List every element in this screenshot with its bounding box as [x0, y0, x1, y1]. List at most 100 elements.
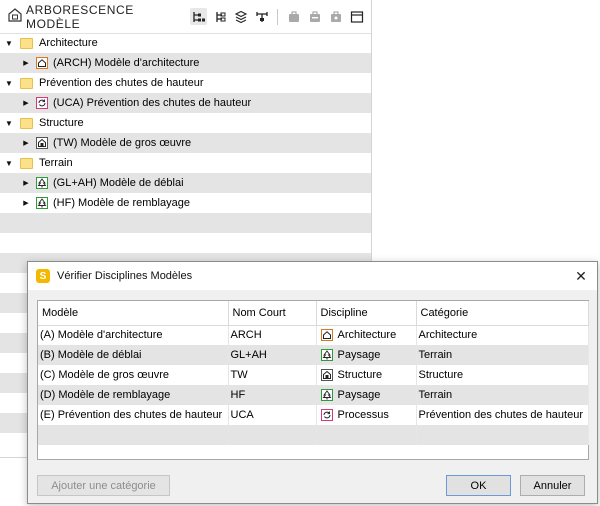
folder-icon	[20, 117, 33, 129]
cancel-button[interactable]: Annuler	[520, 475, 585, 496]
cell-short-name: UCA	[228, 405, 317, 425]
tree-icon	[36, 197, 48, 209]
cell-category[interactable]: Structure	[416, 365, 589, 385]
cell-category[interactable]: Terrain	[416, 345, 589, 365]
cell-model: (B) Modèle de déblai	[38, 345, 229, 365]
cell-discipline[interactable]: Paysage	[316, 345, 417, 365]
structure-icon	[320, 369, 333, 381]
window-icon[interactable]	[348, 8, 365, 25]
structure-icon	[36, 137, 48, 149]
tree-icon	[320, 389, 333, 401]
discipline-label: Architecture	[337, 329, 397, 342]
column-header-model[interactable]: Modèle	[38, 301, 229, 326]
column-header-discipline[interactable]: Discipline	[316, 301, 417, 326]
cell-model: (E) Prévention des chutes de hauteur	[38, 405, 229, 425]
cell-short-name: GL+AH	[228, 345, 317, 365]
cell-short-name: HF	[228, 385, 317, 405]
cell-short-name: ARCH	[228, 325, 317, 345]
split-hierarchy-icon[interactable]	[253, 8, 270, 25]
expand-caret-icon[interactable]: ▼	[4, 39, 14, 48]
cell-discipline[interactable]: Structure	[316, 365, 417, 385]
package-open-icon[interactable]	[306, 8, 323, 25]
model-tree-icon	[8, 8, 22, 25]
dialog-title: Vérifier Disciplines Modèles	[57, 270, 193, 282]
empty-row	[0, 213, 371, 233]
discipline-label: Structure	[337, 369, 383, 381]
ok-button[interactable]: OK	[446, 475, 511, 496]
cell-category[interactable]: Architecture	[416, 325, 589, 345]
tree-item-hf[interactable]: ▶ (HF) Modèle de remblayage	[0, 193, 371, 213]
collapse-caret-icon[interactable]: ▶	[21, 179, 31, 187]
process-icon	[36, 97, 48, 109]
table-row[interactable]: (A) Modèle d'architecture ARCH Architect…	[38, 325, 589, 345]
tree-item-tw[interactable]: ▶ (TW) Modèle de gros œuvre	[0, 133, 371, 153]
tree-item-label: (HF) Modèle de remblayage	[53, 197, 190, 209]
column-header-short-name[interactable]: Nom Court	[228, 301, 317, 326]
table-header-row: Modèle Nom Court Discipline Catégorie	[38, 301, 589, 326]
tree-toolbar	[190, 8, 371, 25]
collapse-caret-icon[interactable]: ▶	[21, 59, 31, 67]
tree-group-label: Terrain	[39, 157, 73, 169]
tree-group-label: Architecture	[39, 37, 98, 49]
table-row[interactable]: (B) Modèle de déblai GL+AH Paysage Terra…	[38, 345, 589, 365]
cell-category[interactable]: Terrain	[416, 385, 589, 405]
tree-icon	[320, 349, 333, 361]
discipline-label: Paysage	[337, 349, 381, 361]
tree-item-label: (GL+AH) Modèle de déblai	[53, 177, 184, 189]
cell-discipline[interactable]: Processus	[316, 405, 417, 425]
empty-row	[0, 233, 371, 253]
cell-category[interactable]: Prévention des chutes de hauteur	[416, 405, 589, 425]
verify-disciplines-dialog: S Vérifier Disciplines Modèles ✕ Modèle …	[27, 261, 598, 504]
package-icon[interactable]	[285, 8, 302, 25]
tree-title: ARBORESCENCE MODÈLE	[26, 2, 134, 31]
dialog-titlebar: S Vérifier Disciplines Modèles ✕	[28, 262, 597, 290]
discipline-label: Processus	[337, 409, 389, 421]
collapse-caret-icon[interactable]: ▶	[21, 199, 31, 207]
tree-item-label: (TW) Modèle de gros œuvre	[53, 137, 192, 149]
house-icon	[320, 329, 333, 342]
folder-icon	[20, 37, 33, 49]
tree-group-prevention[interactable]: ▼ Prévention des chutes de hauteur	[0, 73, 371, 93]
collapse-caret-icon[interactable]: ▶	[21, 99, 31, 107]
collapse-caret-icon[interactable]: ▶	[21, 139, 31, 147]
tree-header: ARBORESCENCE MODÈLE	[0, 0, 371, 34]
tree-item-uca[interactable]: ▶ (UCA) Prévention des chutes de hauteur	[0, 93, 371, 113]
expand-caret-icon[interactable]: ▼	[4, 119, 14, 128]
hierarchy-icon[interactable]	[211, 8, 228, 25]
tree-item-glah[interactable]: ▶ (GL+AH) Modèle de déblai	[0, 173, 371, 193]
tree-icon	[36, 177, 48, 189]
toolbar-divider	[277, 8, 278, 25]
tree-item-label: (ARCH) Modèle d'architecture	[53, 57, 200, 69]
table-row[interactable]: (D) Modèle de remblayage HF Paysage Terr…	[38, 385, 589, 405]
close-icon[interactable]: ✕	[565, 262, 597, 290]
column-header-category[interactable]: Catégorie	[416, 301, 589, 326]
expand-caret-icon[interactable]: ▼	[4, 159, 14, 168]
expand-caret-icon[interactable]: ▼	[4, 79, 14, 88]
tree-group-label: Structure	[39, 117, 84, 129]
cell-discipline[interactable]: Paysage	[316, 385, 417, 405]
table-row[interactable]: (E) Prévention des chutes de hauteur UCA…	[38, 405, 589, 425]
table-row[interactable]: (C) Modèle de gros œuvre TW Structure St…	[38, 365, 589, 385]
tree-group-label: Prévention des chutes de hauteur	[39, 77, 204, 89]
app-logo-icon: S	[36, 269, 50, 283]
tree-group-structure[interactable]: ▼ Structure	[0, 113, 371, 133]
package-lock-icon[interactable]	[327, 8, 344, 25]
folder-icon	[20, 77, 33, 89]
tree-item-arch[interactable]: ▶ (ARCH) Modèle d'architecture	[0, 53, 371, 73]
folder-icon	[20, 157, 33, 169]
tree-group-terrain[interactable]: ▼ Terrain	[0, 153, 371, 173]
cell-model: (A) Modèle d'architecture	[38, 325, 229, 345]
cell-model: (D) Modèle de remblayage	[38, 385, 229, 405]
tree-view-icon[interactable]	[190, 8, 207, 25]
models-table: Modèle Nom Court Discipline Catégorie (A…	[37, 300, 589, 460]
add-category-button[interactable]: Ajouter une catégorie	[37, 475, 170, 496]
cell-model: (C) Modèle de gros œuvre	[38, 365, 229, 385]
cell-discipline[interactable]: Architecture	[316, 325, 417, 345]
layers-icon[interactable]	[232, 8, 249, 25]
tree-item-label: (UCA) Prévention des chutes de hauteur	[53, 97, 252, 109]
empty-table-row	[38, 425, 589, 445]
process-icon	[320, 409, 333, 421]
house-icon	[36, 57, 48, 69]
tree-group-architecture[interactable]: ▼ Architecture	[0, 33, 371, 53]
cell-short-name: TW	[228, 365, 317, 385]
